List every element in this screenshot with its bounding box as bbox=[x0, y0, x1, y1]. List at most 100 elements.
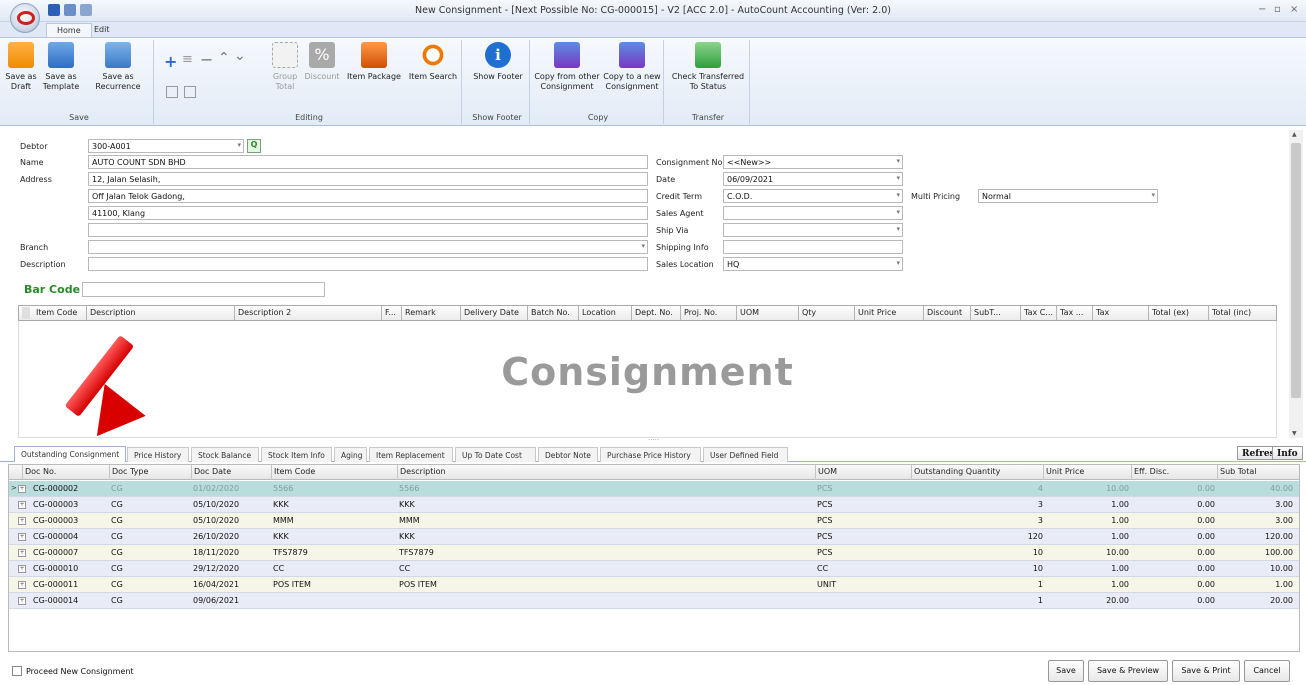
bottom-tab[interactable]: Aging bbox=[334, 447, 367, 462]
add-row-icon[interactable]: + bbox=[164, 52, 177, 71]
column-divider[interactable] bbox=[1131, 465, 1132, 480]
column-divider[interactable] bbox=[815, 465, 816, 480]
column-divider[interactable] bbox=[578, 306, 579, 320]
save-button[interactable]: Save bbox=[1048, 660, 1084, 682]
consignment-no-field[interactable]: <<New>> ▾ bbox=[723, 155, 903, 169]
save-print-button[interactable]: Save & Print bbox=[1172, 660, 1240, 682]
column-divider[interactable] bbox=[1092, 306, 1093, 320]
debtor-info-icon[interactable]: Q bbox=[247, 139, 261, 153]
column-divider[interactable] bbox=[970, 306, 971, 320]
outstanding-col-header[interactable]: UOM bbox=[818, 467, 837, 476]
address-line-2[interactable]: Off Jalan Telok Gadong, bbox=[88, 189, 648, 203]
outstanding-col-header[interactable]: Unit Price bbox=[1046, 467, 1084, 476]
check-transferred-button[interactable]: Check Transferred To Status bbox=[668, 42, 748, 92]
expand-row-icon[interactable]: + bbox=[18, 517, 26, 525]
sales-location-select[interactable]: HQ ▾ bbox=[723, 257, 903, 271]
remove-row-icon[interactable]: − bbox=[200, 50, 213, 69]
bottom-tab[interactable]: Item Replacement bbox=[369, 447, 453, 462]
bottom-tab[interactable]: Up To Date Cost bbox=[455, 447, 536, 462]
item-package-button[interactable]: Item Package bbox=[346, 42, 402, 82]
detail-col-header[interactable]: Dept. No. bbox=[635, 308, 673, 317]
address-line-1[interactable]: 12, Jalan Selasih, bbox=[88, 172, 648, 186]
detail-col-header[interactable]: Proj. No. bbox=[684, 308, 717, 317]
expand-row-icon[interactable]: + bbox=[18, 485, 26, 493]
column-divider[interactable] bbox=[736, 306, 737, 320]
detail-col-header[interactable]: Delivery Date bbox=[464, 308, 519, 317]
outstanding-col-header[interactable]: Doc Date bbox=[194, 467, 231, 476]
bottom-tab[interactable]: Purchase Price History bbox=[600, 447, 701, 462]
address-line-4[interactable] bbox=[88, 223, 648, 237]
column-divider[interactable] bbox=[923, 306, 924, 320]
outstanding-col-header[interactable]: Eff. Disc. bbox=[1134, 467, 1169, 476]
maximize-button[interactable]: ▫ bbox=[1274, 4, 1281, 15]
column-divider[interactable] bbox=[271, 465, 272, 480]
column-divider[interactable] bbox=[191, 465, 192, 480]
detail-col-header[interactable]: Tax ... bbox=[1060, 308, 1083, 317]
detail-col-header[interactable]: Total (inc) bbox=[1212, 308, 1251, 317]
column-divider[interactable] bbox=[1208, 306, 1209, 320]
discount-button[interactable]: % Discount bbox=[304, 42, 340, 82]
multi-pricing-select[interactable]: Normal ▾ bbox=[978, 189, 1158, 203]
proceed-new-checkbox[interactable] bbox=[12, 666, 22, 676]
detail-col-header[interactable]: Batch No. bbox=[531, 308, 570, 317]
column-divider[interactable] bbox=[1020, 306, 1021, 320]
outstanding-col-header[interactable]: Item Code bbox=[274, 467, 315, 476]
bottom-tab[interactable]: Stock Balance bbox=[191, 447, 259, 462]
detail-col-header[interactable]: Qty bbox=[802, 308, 816, 317]
cancel-button[interactable]: Cancel bbox=[1244, 660, 1290, 682]
save-as-draft-button[interactable]: Save as Draft bbox=[4, 42, 38, 92]
debtor-lookup[interactable]: 300-A001 ▾ bbox=[88, 139, 244, 153]
copy-to-consignment-button[interactable]: Copy to a new Consignment bbox=[600, 42, 664, 92]
column-divider[interactable] bbox=[798, 306, 799, 320]
branch-select[interactable]: ▾ bbox=[88, 240, 648, 254]
paste-row-icon[interactable] bbox=[184, 86, 196, 98]
column-divider[interactable] bbox=[631, 306, 632, 320]
detail-col-header[interactable]: Tax C... bbox=[1024, 308, 1053, 317]
detail-col-header[interactable]: UOM bbox=[740, 308, 759, 317]
detail-col-header[interactable]: Location bbox=[582, 308, 616, 317]
move-up-icon[interactable]: ⌃ bbox=[218, 50, 230, 66]
detail-col-header[interactable]: Item Code bbox=[36, 308, 77, 317]
expand-row-icon[interactable]: + bbox=[18, 501, 26, 509]
info-button[interactable]: Info bbox=[1272, 446, 1303, 460]
scroll-up-icon[interactable]: ▲ bbox=[1292, 131, 1297, 138]
form-scrollbar-thumb[interactable] bbox=[1291, 143, 1301, 398]
ship-via-select[interactable]: ▾ bbox=[723, 223, 903, 237]
column-divider[interactable] bbox=[22, 465, 23, 480]
column-divider[interactable] bbox=[1217, 465, 1218, 480]
column-divider[interactable] bbox=[234, 306, 235, 320]
app-menu-button[interactable] bbox=[10, 3, 40, 33]
detail-col-header[interactable]: Remark bbox=[405, 308, 436, 317]
tab-edit[interactable]: Edit bbox=[84, 23, 120, 38]
save-as-template-button[interactable]: Save as Template bbox=[40, 42, 82, 92]
column-divider[interactable] bbox=[1148, 306, 1149, 320]
detail-col-header[interactable]: Tax bbox=[1096, 308, 1109, 317]
credit-term-select[interactable]: C.O.D. ▾ bbox=[723, 189, 903, 203]
detail-col-header[interactable]: Discount bbox=[927, 308, 962, 317]
bottom-tab[interactable]: Outstanding Consignment bbox=[14, 446, 126, 462]
column-divider[interactable] bbox=[86, 306, 87, 320]
column-divider[interactable] bbox=[527, 306, 528, 320]
name-field[interactable]: AUTO COUNT SDN BHD bbox=[88, 155, 648, 169]
detail-col-header[interactable]: Description bbox=[90, 308, 136, 317]
item-search-button[interactable]: Item Search bbox=[406, 42, 460, 82]
scroll-down-icon[interactable]: ▼ bbox=[1292, 430, 1297, 437]
column-divider[interactable] bbox=[401, 306, 402, 320]
detail-col-header[interactable]: F... bbox=[385, 308, 396, 317]
expand-row-icon[interactable]: + bbox=[18, 581, 26, 589]
column-divider[interactable] bbox=[381, 306, 382, 320]
column-divider[interactable] bbox=[1056, 306, 1057, 320]
detail-col-header[interactable]: Description 2 bbox=[238, 308, 291, 317]
group-total-button[interactable]: Group Total bbox=[268, 42, 302, 92]
expand-row-icon[interactable]: + bbox=[18, 549, 26, 557]
outstanding-col-header[interactable]: Outstanding Quantity bbox=[914, 467, 1000, 476]
detail-col-header[interactable]: Unit Price bbox=[858, 308, 896, 317]
splitter-handle[interactable]: ..... bbox=[648, 434, 659, 442]
bottom-tab[interactable]: User Defined Field bbox=[703, 447, 788, 462]
outstanding-col-header[interactable]: Description bbox=[400, 467, 446, 476]
bottom-tab[interactable]: Stock Item Info bbox=[261, 447, 332, 462]
expand-row-icon[interactable]: + bbox=[18, 533, 26, 541]
save-preview-button[interactable]: Save & Preview bbox=[1088, 660, 1168, 682]
move-down-icon[interactable]: ⌄ bbox=[234, 48, 246, 64]
copy-row-icon[interactable] bbox=[166, 86, 178, 98]
